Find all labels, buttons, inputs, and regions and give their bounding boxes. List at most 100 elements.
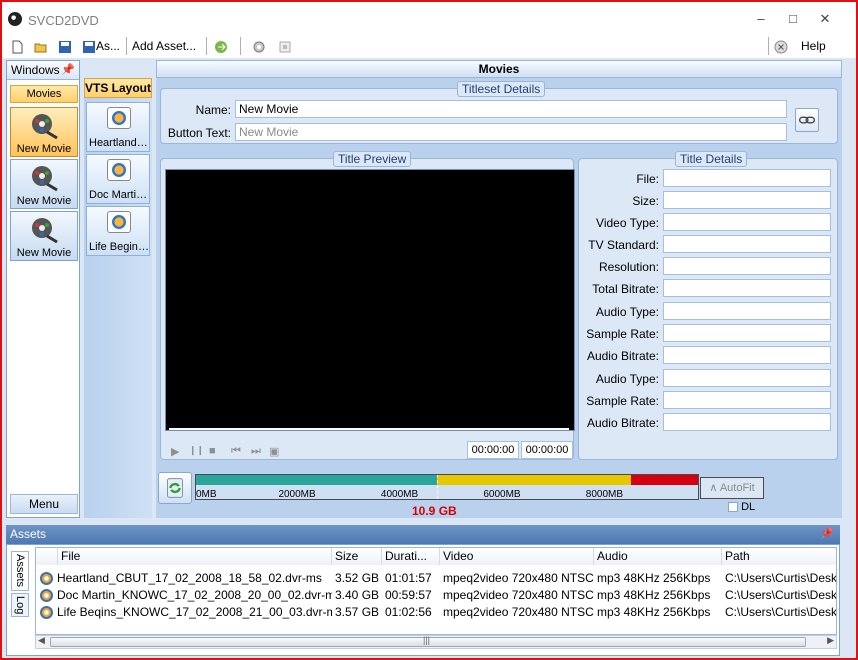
column-header[interactable]: Video: [440, 548, 594, 565]
assets-panel-title: Assets: [10, 527, 47, 541]
link-button[interactable]: [795, 108, 819, 132]
media-file-icon: [40, 606, 53, 619]
new-file-icon: [12, 40, 23, 54]
table-cell: Heartland_CBUT_17_02_2008_18_58_02.dvr-m…: [57, 571, 322, 585]
windows-panel-header: Windows 📌: [7, 61, 79, 80]
previous-button[interactable]: ⏮: [231, 445, 241, 458]
movie-item-label: New Movie: [16, 195, 72, 207]
pin-icon[interactable]: 📌: [820, 525, 834, 544]
recycle-bin-icon: [167, 478, 183, 498]
toolbar-separator: [206, 37, 207, 55]
capacity-segment-dvd5: [196, 475, 437, 485]
detail-label: TV Standard:: [588, 238, 659, 252]
film-reel-icon: [32, 166, 58, 192]
close-button[interactable]: ✕: [814, 10, 836, 28]
tab-assets[interactable]: Assets: [11, 551, 29, 591]
capacity-tick-label: 0MB: [196, 489, 217, 500]
table-cell: Doc Martin_KNOWC_17_02_2008_20_00_02.dvr…: [57, 588, 332, 602]
video-preview[interactable]: [165, 169, 575, 431]
vts-layout-title: VTS Layout: [84, 78, 152, 98]
detail-label: Total Bitrate:: [592, 282, 659, 296]
pin-icon[interactable]: 📌: [61, 61, 75, 80]
vts-item-label: Life Begins...: [89, 241, 149, 253]
scroll-left-icon[interactable]: ◀: [38, 635, 45, 646]
dual-layer-checkbox[interactable]: DL: [728, 501, 755, 513]
snapshot-button[interactable]: ▣: [269, 445, 279, 458]
horizontal-scrollbar[interactable]: ◀ ||| ▶: [35, 635, 837, 649]
next-button[interactable]: ⏭: [251, 445, 261, 458]
seek-bar[interactable]: [169, 428, 569, 430]
autofit-button[interactable]: ∧ AutoFit: [700, 477, 764, 499]
movie-item[interactable]: New Movie: [10, 211, 78, 261]
stop-button[interactable]: [278, 37, 292, 55]
column-header[interactable]: Durati...: [382, 548, 440, 565]
minimize-button[interactable]: –: [750, 10, 772, 28]
detail-label: Sample Rate:: [586, 327, 659, 341]
vts-item[interactable]: Life Begins...: [86, 206, 150, 256]
movies-header: Movies: [156, 60, 842, 78]
scroll-right-icon[interactable]: ▶: [827, 635, 834, 646]
title-details-title: Title Details: [675, 151, 748, 167]
detail-label: Audio Type:: [595, 305, 659, 319]
tab-movies[interactable]: Movies: [10, 85, 78, 103]
dual-layer-label: DL: [741, 501, 756, 513]
vts-item-label: Heartland_...: [89, 137, 149, 149]
stop-playback-button[interactable]: ■: [209, 445, 216, 457]
new-file-button[interactable]: [10, 37, 24, 55]
recycle-button[interactable]: [158, 472, 192, 504]
menu-button[interactable]: Menu: [10, 494, 78, 514]
maximize-button[interactable]: □: [782, 10, 804, 28]
link-icon: [798, 116, 816, 124]
table-row[interactable]: Heartland_CBUT_17_02_2008_18_58_02.dvr-m…: [36, 570, 836, 587]
windows-panel: Windows 📌 Movies New Movie New Movie New …: [6, 60, 80, 518]
windows-panel-title: Windows: [11, 63, 60, 77]
column-header[interactable]: File: [58, 548, 332, 565]
save-button[interactable]: [58, 37, 72, 55]
vts-item[interactable]: Doc Martin...: [86, 154, 150, 204]
column-header[interactable]: Path: [722, 548, 836, 565]
autofit-icon: ∧: [709, 482, 718, 494]
close-document-button[interactable]: [774, 37, 788, 55]
name-label: Name:: [195, 103, 231, 117]
table-row[interactable]: Life Beqins_KNOWC_17_02_2008_21_00_03.dv…: [36, 604, 836, 621]
table-cell: mp3 48KHz 256Kbps: [597, 571, 711, 585]
scrollbar-grip: |||: [423, 635, 431, 645]
help-button[interactable]: Help: [801, 37, 826, 55]
detail-value: [663, 169, 831, 187]
pause-button[interactable]: ❙❙: [189, 445, 204, 456]
app-window: SVCD2DVD – □ ✕ As... Add Asset... Help W…: [0, 0, 858, 660]
detail-label: Sample Rate:: [586, 394, 659, 408]
open-button[interactable]: [34, 37, 48, 55]
save-as-button[interactable]: As...: [82, 37, 120, 55]
column-header[interactable]: Audio: [594, 548, 722, 565]
play-button[interactable]: ▶: [171, 445, 179, 458]
table-cell: mpeq2video 720x480 NTSC: [443, 588, 594, 602]
name-input[interactable]: New Movie: [235, 100, 787, 118]
title-preview-group: Title Preview ▶ ❙❙ ■ ⏮ ⏭ ▣ 00:00:00 00:0…: [160, 151, 575, 460]
button-text-input[interactable]: New Movie: [235, 123, 787, 141]
movie-item-label: New Movie: [16, 247, 72, 259]
movie-item[interactable]: New Movie: [10, 107, 78, 157]
detail-value: [663, 279, 831, 297]
export-button[interactable]: [214, 37, 228, 55]
detail-label: Audio Type:: [595, 372, 659, 386]
close-circle-icon: [774, 40, 788, 54]
table-cell: C:\Users\Curtis\Desktop: [725, 588, 837, 602]
column-header[interactable]: Size: [332, 548, 382, 565]
settings-button[interactable]: [252, 37, 266, 55]
tab-log[interactable]: Log: [11, 593, 29, 617]
vts-item-label: Doc Martin...: [89, 189, 149, 201]
movie-editor: Titleset Details Name: New Movie Button …: [156, 78, 842, 518]
table-cell: mp3 48KHz 256Kbps: [597, 588, 711, 602]
current-time: 00:00:00: [467, 441, 519, 459]
add-asset-button[interactable]: Add Asset...: [132, 37, 196, 55]
checkbox-box[interactable]: [728, 502, 738, 513]
vts-item[interactable]: Heartland_...: [86, 102, 150, 152]
table-row[interactable]: Doc Martin_KNOWC_17_02_2008_20_00_02.dvr…: [36, 587, 837, 604]
media-file-icon: [40, 572, 53, 585]
table-cell: mp3 48KHz 256Kbps: [597, 605, 711, 619]
table-cell: 01:01:57: [385, 571, 432, 585]
movie-item[interactable]: New Movie: [10, 159, 78, 209]
scrollbar-thumb[interactable]: |||: [50, 635, 806, 647]
toolbar-separator: [126, 37, 127, 55]
